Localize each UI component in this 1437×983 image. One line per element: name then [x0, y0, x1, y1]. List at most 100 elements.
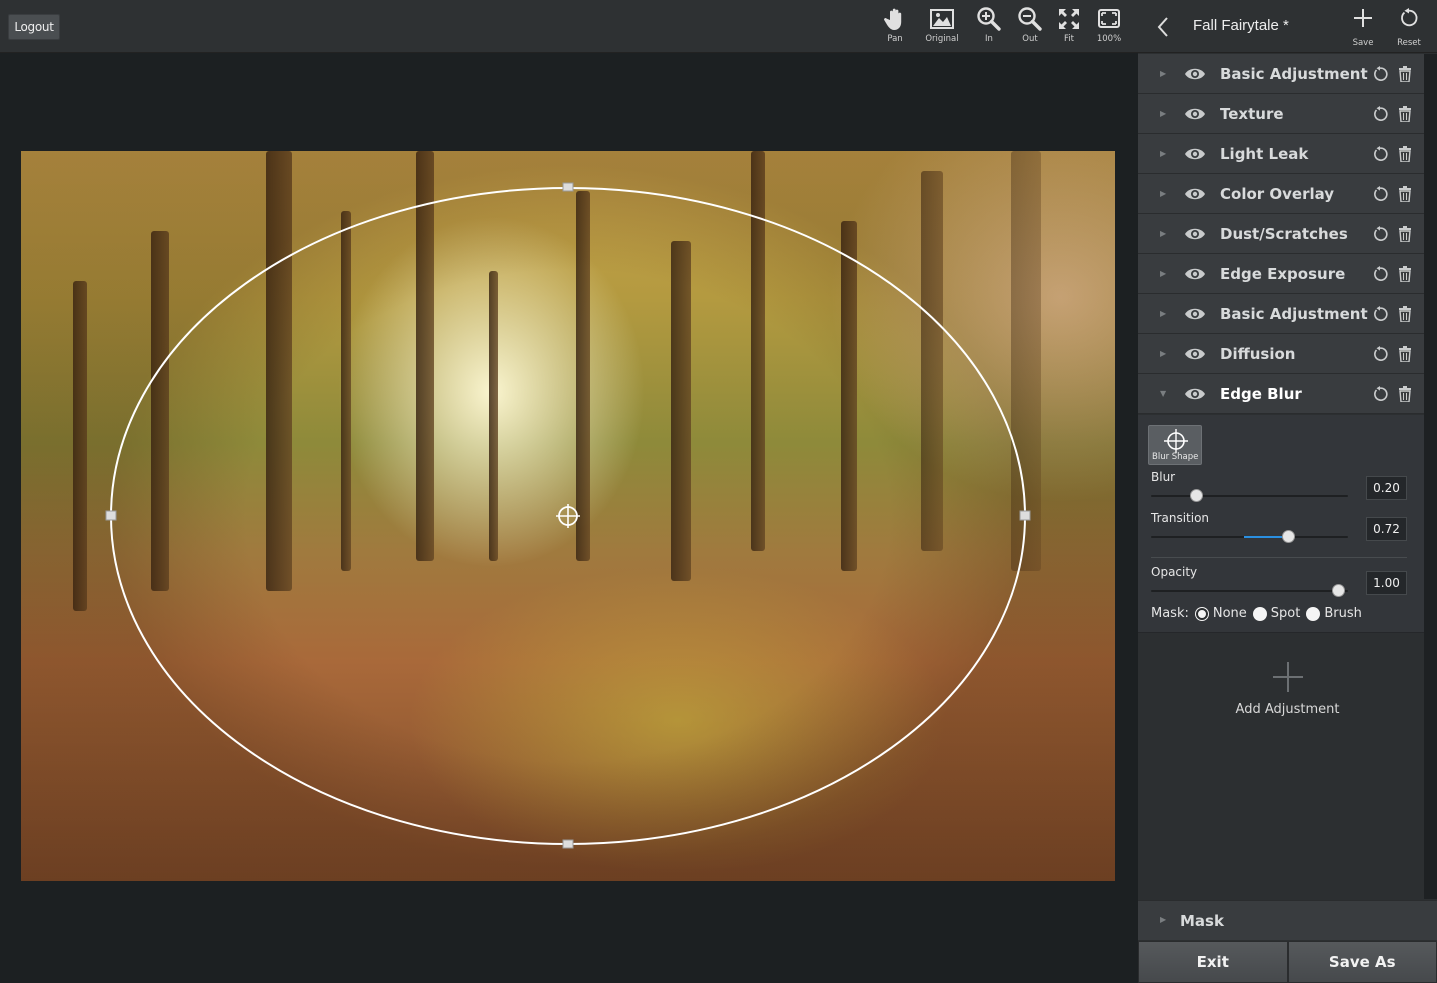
right-handle[interactable]: [1019, 510, 1031, 521]
trash-icon[interactable]: [1398, 226, 1412, 243]
edge-blur-settings: Blur Shape Blur 0.20 Transition 0.72 Opa…: [1138, 415, 1424, 633]
layer-row[interactable]: ▶ Light Leak: [1138, 134, 1424, 174]
layer-reset-icon[interactable]: [1372, 226, 1388, 242]
hand-icon: [884, 8, 902, 30]
layer-reset-icon[interactable]: [1372, 106, 1388, 122]
plus-icon: [1353, 8, 1373, 34]
layer-name: Light Leak: [1220, 144, 1309, 163]
layer-row[interactable]: ▶ Dust/Scratches: [1138, 214, 1424, 254]
layer-reset-icon[interactable]: [1372, 266, 1388, 282]
layer-reset-icon[interactable]: [1372, 306, 1388, 322]
expand-arrow-icon[interactable]: ▶: [1160, 349, 1166, 358]
pan-tool-button[interactable]: Pan: [873, 6, 917, 48]
expand-arrow-icon: ▶: [1160, 915, 1167, 924]
layer-row[interactable]: ▶ Diffusion: [1138, 334, 1424, 374]
layer-reset-icon[interactable]: [1372, 386, 1388, 402]
expand-arrow-icon[interactable]: ▶: [1160, 189, 1166, 198]
blur-shape-overlay[interactable]: [21, 151, 1115, 881]
logout-button[interactable]: Logout: [8, 14, 60, 40]
mask-section-header[interactable]: ▶ Mask: [1138, 900, 1437, 940]
zoom-out-button[interactable]: Out: [1008, 6, 1052, 48]
panel-scrollbar[interactable]: [1424, 54, 1437, 899]
blur-shape-button[interactable]: Blur Shape: [1148, 425, 1202, 465]
layer-reset-icon[interactable]: [1372, 186, 1388, 202]
exit-button[interactable]: Exit: [1138, 941, 1288, 983]
left-handle[interactable]: [105, 510, 117, 521]
mask-brush-radio[interactable]: [1306, 606, 1321, 621]
blur-value-field[interactable]: 0.20: [1366, 476, 1407, 500]
trash-icon[interactable]: [1398, 106, 1412, 123]
eye-icon[interactable]: [1184, 146, 1206, 162]
transition-slider[interactable]: [1151, 530, 1348, 543]
eye-icon[interactable]: [1184, 66, 1206, 82]
transition-slider-knob[interactable]: [1282, 530, 1295, 543]
mask-brush-label[interactable]: Brush: [1324, 606, 1362, 621]
original-label: Original: [925, 34, 959, 44]
layer-reset-icon[interactable]: [1372, 146, 1388, 162]
trash-icon[interactable]: [1398, 306, 1412, 323]
layer-row[interactable]: ▶ Texture: [1138, 94, 1424, 134]
original-tool-button[interactable]: Original: [920, 6, 964, 48]
bottom-handle[interactable]: [562, 839, 574, 849]
trash-icon[interactable]: [1398, 186, 1412, 203]
expand-arrow-icon[interactable]: ▶: [1160, 69, 1166, 78]
layer-reset-icon[interactable]: [1372, 66, 1388, 82]
collapse-arrow-icon[interactable]: ▼: [1160, 389, 1166, 398]
blur-slider[interactable]: [1151, 489, 1348, 502]
layer-row[interactable]: ▼ Edge Blur: [1138, 374, 1424, 414]
layer-row[interactable]: ▶ Basic Adjustment: [1138, 54, 1424, 94]
mask-spot-label[interactable]: Spot: [1271, 606, 1301, 621]
layer-reset-icon[interactable]: [1372, 346, 1388, 362]
back-chevron-icon[interactable]: [1156, 16, 1170, 38]
mask-spot-radio[interactable]: [1252, 606, 1267, 621]
trash-icon[interactable]: [1398, 266, 1412, 283]
opacity-slider[interactable]: [1151, 584, 1348, 597]
settings-divider: [1151, 557, 1407, 558]
eye-icon[interactable]: [1184, 226, 1206, 242]
expand-arrow-icon[interactable]: ▶: [1160, 149, 1166, 158]
transition-value-field[interactable]: 0.72: [1366, 517, 1407, 541]
layer-name: Dust/Scratches: [1220, 224, 1348, 243]
center-crosshair-icon[interactable]: [556, 504, 580, 528]
expand-arrow-icon[interactable]: ▶: [1160, 309, 1166, 318]
opacity-label: Opacity: [1151, 565, 1198, 579]
layer-row[interactable]: ▶ Edge Exposure: [1138, 254, 1424, 294]
fit-button[interactable]: Fit: [1047, 6, 1091, 48]
preset-title: Fall Fairytale *: [1193, 17, 1289, 34]
layer-row[interactable]: ▶ Color Overlay: [1138, 174, 1424, 214]
expand-arrow-icon[interactable]: ▶: [1160, 269, 1166, 278]
opacity-value-field[interactable]: 1.00: [1366, 571, 1407, 595]
trash-icon[interactable]: [1398, 386, 1412, 403]
top-handle[interactable]: [562, 182, 574, 192]
blur-label: Blur: [1151, 470, 1176, 484]
canvas-area[interactable]: [0, 53, 1138, 983]
photo-canvas[interactable]: [21, 151, 1115, 881]
zoom-out-label: Out: [1022, 34, 1038, 44]
zoom-in-label: In: [985, 34, 993, 44]
reset-icon: [1399, 8, 1419, 34]
actual-size-button[interactable]: 100%: [1087, 6, 1131, 48]
fit-icon: [1059, 9, 1079, 29]
expand-arrow-icon[interactable]: ▶: [1160, 229, 1166, 238]
zoom-in-button[interactable]: In: [967, 6, 1011, 48]
eye-icon[interactable]: [1184, 106, 1206, 122]
trash-icon[interactable]: [1398, 146, 1412, 163]
eye-icon[interactable]: [1184, 266, 1206, 282]
trash-icon[interactable]: [1398, 346, 1412, 363]
mask-none-radio[interactable]: [1194, 606, 1209, 621]
opacity-slider-knob[interactable]: [1332, 584, 1345, 597]
eye-icon[interactable]: [1184, 306, 1206, 322]
eye-icon[interactable]: [1184, 186, 1206, 202]
add-adjustment-button[interactable]: Add Adjustment: [1138, 660, 1437, 717]
layer-row[interactable]: ▶ Basic Adjustment: [1138, 294, 1424, 334]
blur-slider-knob[interactable]: [1190, 489, 1203, 502]
mask-none-label[interactable]: None: [1213, 606, 1247, 621]
expand-arrow-icon[interactable]: ▶: [1160, 109, 1166, 118]
eye-icon[interactable]: [1184, 386, 1206, 402]
save-as-button[interactable]: Save As: [1287, 941, 1437, 983]
save-button[interactable]: Save: [1343, 8, 1383, 48]
reset-button[interactable]: Reset: [1389, 8, 1429, 48]
trash-icon[interactable]: [1398, 66, 1412, 83]
zoom-in-icon: [977, 7, 1001, 31]
eye-icon[interactable]: [1184, 346, 1206, 362]
